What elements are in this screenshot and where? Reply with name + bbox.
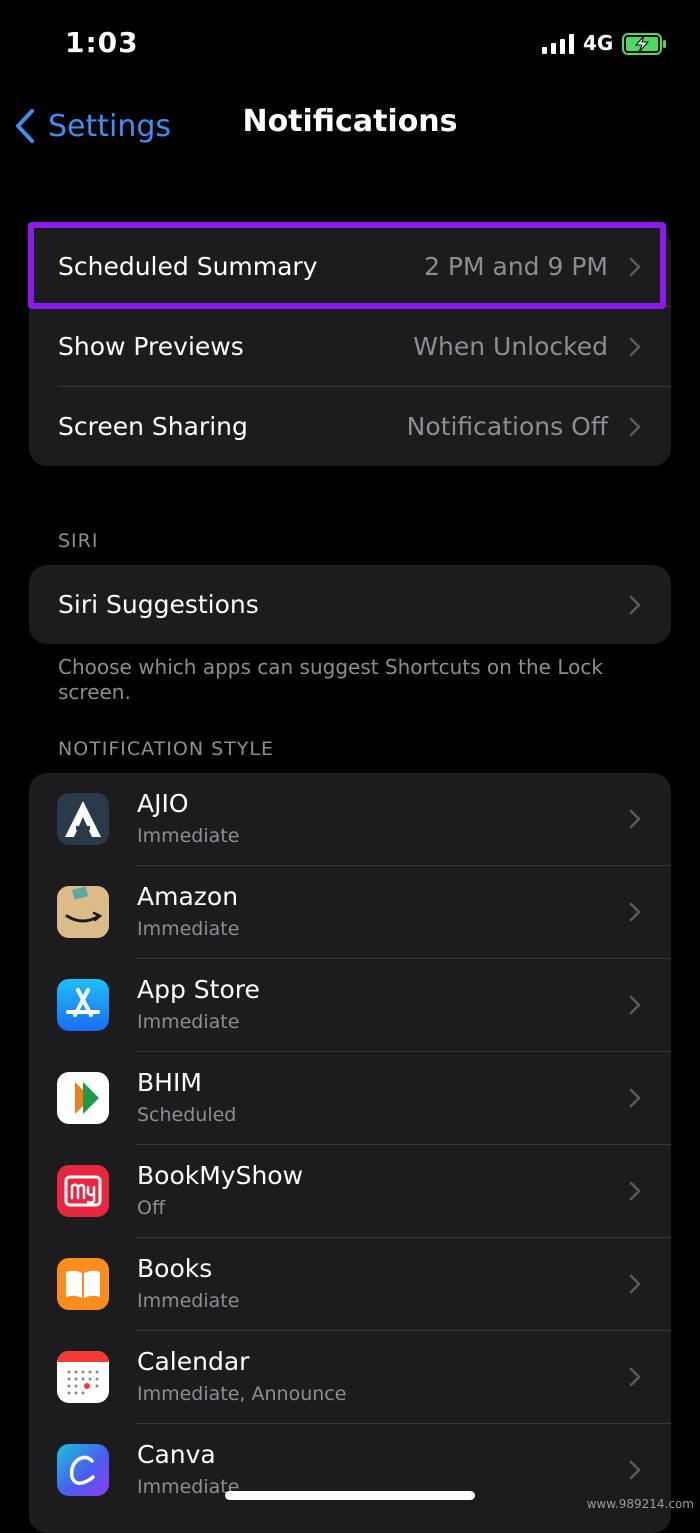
- books-icon: [57, 1258, 109, 1310]
- app-status: Immediate: [137, 825, 240, 847]
- app-name: Amazon: [137, 882, 239, 911]
- app-status: Immediate, Announce: [137, 1383, 347, 1405]
- app-name: Books: [137, 1254, 213, 1283]
- app-row-bookmyshow[interactable]: BookMyShow Off: [29, 1145, 671, 1238]
- app-name: BookMyShow: [137, 1161, 304, 1190]
- show-previews-row[interactable]: Show Previews When Unlocked: [29, 307, 671, 386]
- bhim-icon: [57, 1072, 109, 1124]
- siri-section-header: SIRI: [58, 530, 99, 552]
- chevron-right-icon: [629, 595, 641, 614]
- chevron-right-icon: [629, 257, 641, 276]
- status-time: 1:03: [65, 26, 139, 59]
- app-row-amazon[interactable]: Amazon Immediate: [29, 866, 671, 959]
- scheduled-summary-row[interactable]: Scheduled Summary 2 PM and 9 PM: [29, 227, 671, 306]
- home-indicator[interactable]: [225, 1491, 475, 1500]
- app-row-calendar[interactable]: Calendar Immediate, Announce: [29, 1331, 671, 1424]
- app-name: App Store: [137, 975, 260, 1004]
- app-status: Immediate: [137, 1011, 240, 1033]
- bookmyshow-icon: [57, 1165, 109, 1217]
- back-button[interactable]: Settings: [14, 104, 171, 148]
- app-name: BHIM: [137, 1068, 202, 1097]
- app-row-canva[interactable]: Canva Immediate: [29, 1424, 671, 1517]
- chevron-right-icon: [629, 337, 641, 356]
- app-status: Immediate: [137, 918, 240, 940]
- amazon-icon: [57, 886, 109, 938]
- calendar-icon: [57, 1351, 109, 1403]
- siri-group: Siri Suggestions: [29, 565, 671, 644]
- chevron-right-icon: [629, 1274, 641, 1294]
- app-name: AJIO: [137, 789, 189, 818]
- chevron-right-icon: [629, 1181, 641, 1201]
- app-row-bhim[interactable]: BHIM Scheduled: [29, 1052, 671, 1145]
- app-status: Scheduled: [137, 1104, 237, 1126]
- network-type: 4G: [583, 31, 614, 55]
- app-name: Canva: [137, 1440, 216, 1469]
- chevron-right-icon: [629, 1367, 641, 1387]
- chevron-right-icon: [629, 417, 641, 436]
- app-status: Immediate: [137, 1290, 240, 1312]
- battery-charging-icon: [622, 33, 666, 55]
- back-button-label: Settings: [48, 108, 172, 144]
- app-row-app-store[interactable]: App Store Immediate: [29, 959, 671, 1052]
- chevron-right-icon: [629, 902, 641, 922]
- siri-suggestions-row[interactable]: Siri Suggestions: [29, 565, 671, 644]
- app-row-books[interactable]: Books Immediate: [29, 1238, 671, 1331]
- notification-style-header: NOTIFICATION STYLE: [58, 738, 274, 760]
- app-name: Calendar: [137, 1347, 250, 1376]
- chevron-left-icon: [16, 109, 34, 143]
- screen-sharing-row[interactable]: Screen Sharing Notifications Off: [29, 387, 671, 466]
- chevron-right-icon: [629, 809, 641, 829]
- app-status: Off: [137, 1197, 166, 1219]
- app-row-ajio[interactable]: AJIO Immediate: [29, 773, 671, 866]
- row-label: Siri Suggestions: [58, 590, 259, 619]
- general-settings-group: Scheduled Summary 2 PM and 9 PM Show Pre…: [29, 227, 671, 466]
- row-label: Screen Sharing: [58, 412, 248, 441]
- app-store-icon: [57, 979, 109, 1031]
- ajio-icon: [57, 793, 109, 845]
- row-value: Notifications Off: [406, 412, 608, 441]
- row-value: 2 PM and 9 PM: [424, 252, 608, 281]
- chevron-right-icon: [629, 1088, 641, 1108]
- row-label: Scheduled Summary: [58, 252, 318, 281]
- siri-footer-text: Choose which apps can suggest Shortcuts …: [58, 655, 603, 704]
- watermark: www.989214.com: [586, 1497, 694, 1511]
- row-label: Show Previews: [58, 332, 244, 361]
- notification-style-group: AJIO Immediate Amazon Immediate App Stor…: [29, 773, 671, 1533]
- row-value: When Unlocked: [413, 332, 608, 361]
- canva-icon: [57, 1444, 109, 1496]
- chevron-right-icon: [629, 995, 641, 1015]
- chevron-right-icon: [629, 1460, 641, 1480]
- cellular-signal-icon: [542, 34, 574, 54]
